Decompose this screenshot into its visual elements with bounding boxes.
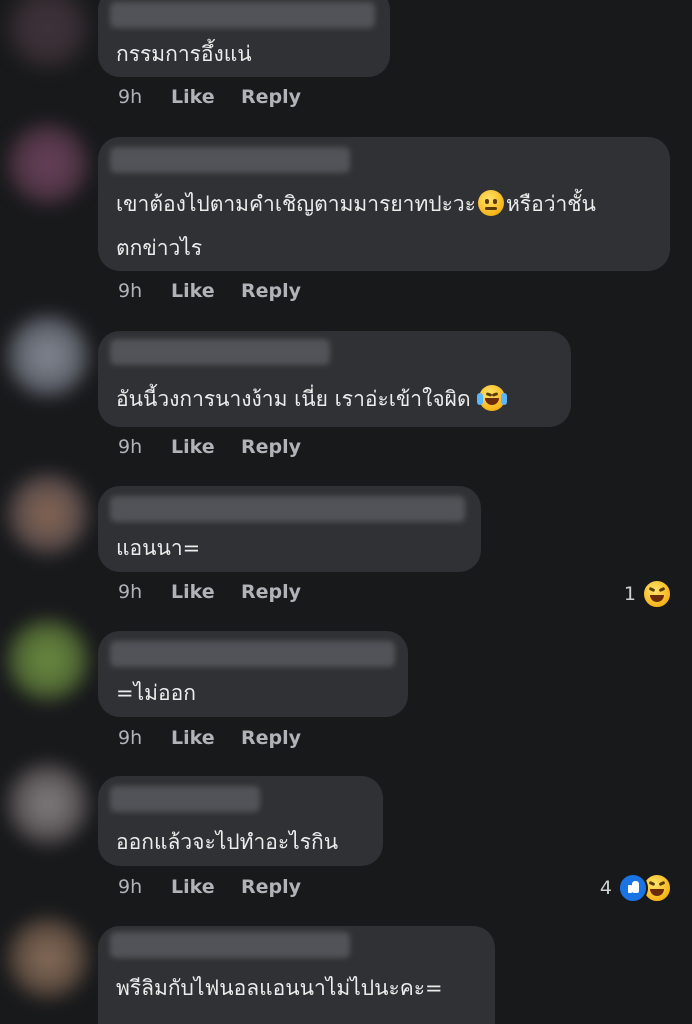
reply-button[interactable]: Reply: [241, 436, 301, 458]
comment-meta: 9h Like Reply: [118, 86, 301, 108]
avatar[interactable]: [8, 0, 88, 68]
comment-bubble: อันนี้วงการนางง้าม เนี่ย เราอ่ะเข้าใจผิด: [98, 331, 571, 427]
comment-bubble: ออกแล้วจะไปทำอะไรกิน: [98, 776, 383, 866]
reaction-summary[interactable]: 4: [600, 873, 672, 903]
like-reaction-icon: [618, 873, 648, 903]
comment-bubble: เขาต้องไปตามคำเชิญตามมารยาทปะวะ หรือว่าชั…: [98, 137, 670, 271]
comment-bubble: =ไม่ออก: [98, 631, 408, 717]
comment-time: 9h: [118, 581, 143, 603]
comment-text: ออกแล้วจะไปทำอะไรกิน: [116, 830, 339, 854]
comment-text: =ไม่ออก: [116, 681, 196, 705]
commenter-name-redacted[interactable]: [110, 641, 395, 667]
comment-time: 9h: [118, 86, 143, 108]
reply-button[interactable]: Reply: [241, 581, 301, 603]
comment-bubble: กรรมการอึ้งแน่: [98, 0, 390, 77]
tears-of-joy-emoji-icon: [477, 385, 508, 411]
comment-time: 9h: [118, 876, 143, 898]
comment-time: 9h: [118, 436, 143, 458]
comment-text-line2: ตกข่าวไร: [116, 236, 203, 260]
commenter-name-redacted[interactable]: [110, 786, 260, 812]
like-button[interactable]: Like: [171, 727, 241, 749]
reaction-count: 4: [599, 877, 612, 899]
reply-button[interactable]: Reply: [241, 280, 301, 302]
comment-text: กรรมการอึ้งแน่: [116, 42, 252, 66]
reply-button[interactable]: Reply: [241, 86, 301, 108]
like-button[interactable]: Like: [171, 581, 241, 603]
comment-text-part: อันนี้วงการนางง้าม เนี่ย เราอ่ะเข้าใจผิด: [116, 387, 471, 411]
avatar[interactable]: [8, 124, 88, 204]
avatar[interactable]: [8, 620, 88, 700]
comment-time: 9h: [118, 727, 143, 749]
avatar[interactable]: [8, 918, 88, 998]
comment-text-part: หรือว่าชั้น: [505, 192, 596, 216]
reply-button[interactable]: Reply: [241, 727, 301, 749]
comment-meta: 9h Like Reply: [118, 727, 301, 749]
commenter-name-redacted[interactable]: [110, 2, 375, 28]
raised-eyebrow-emoji-icon: [477, 190, 504, 216]
like-button[interactable]: Like: [171, 436, 241, 458]
comment-text-part: เขาต้องไปตามคำเชิญตามมารยาทปะวะ: [116, 192, 476, 216]
reply-button[interactable]: Reply: [241, 876, 301, 898]
commenter-name-redacted[interactable]: [110, 147, 350, 173]
comment-text: แอนนา=: [116, 536, 201, 560]
comment-meta: 9h Like Reply: [118, 436, 301, 458]
avatar[interactable]: [8, 316, 88, 396]
comments-thread: กรรมการอึ้งแน่ 9h Like Reply เขาต้องไปตา…: [0, 0, 692, 1024]
like-button[interactable]: Like: [171, 876, 241, 898]
comment-text: พรีลิมกับไฟนอลแอนนาไม่ไปนะคะ=: [116, 976, 443, 1000]
comment-text: อันนี้วงการนางง้าม เนี่ย เราอ่ะเข้าใจผิด: [116, 377, 555, 421]
comment-text: เขาต้องไปตามคำเชิญตามมารยาทปะวะ หรือว่าชั…: [116, 182, 654, 270]
comment-meta: 9h Like Reply: [118, 280, 301, 302]
comment-meta: 9h Like Reply: [118, 876, 301, 898]
reaction-summary[interactable]: 1: [624, 579, 672, 609]
avatar[interactable]: [8, 764, 88, 844]
like-button[interactable]: Like: [171, 86, 241, 108]
commenter-name-redacted[interactable]: [110, 339, 330, 365]
comment-meta: 9h Like Reply: [118, 581, 301, 603]
haha-reaction-icon: [642, 579, 672, 609]
like-button[interactable]: Like: [171, 280, 241, 302]
reaction-count: 1: [623, 583, 636, 605]
avatar[interactable]: [8, 474, 88, 554]
commenter-name-redacted[interactable]: [110, 932, 350, 958]
comment-bubble: แอนนา=: [98, 486, 481, 572]
commenter-name-redacted[interactable]: [110, 496, 465, 522]
comment-bubble: พรีลิมกับไฟนอลแอนนาไม่ไปนะคะ=: [98, 926, 495, 1024]
comment-time: 9h: [118, 280, 143, 302]
